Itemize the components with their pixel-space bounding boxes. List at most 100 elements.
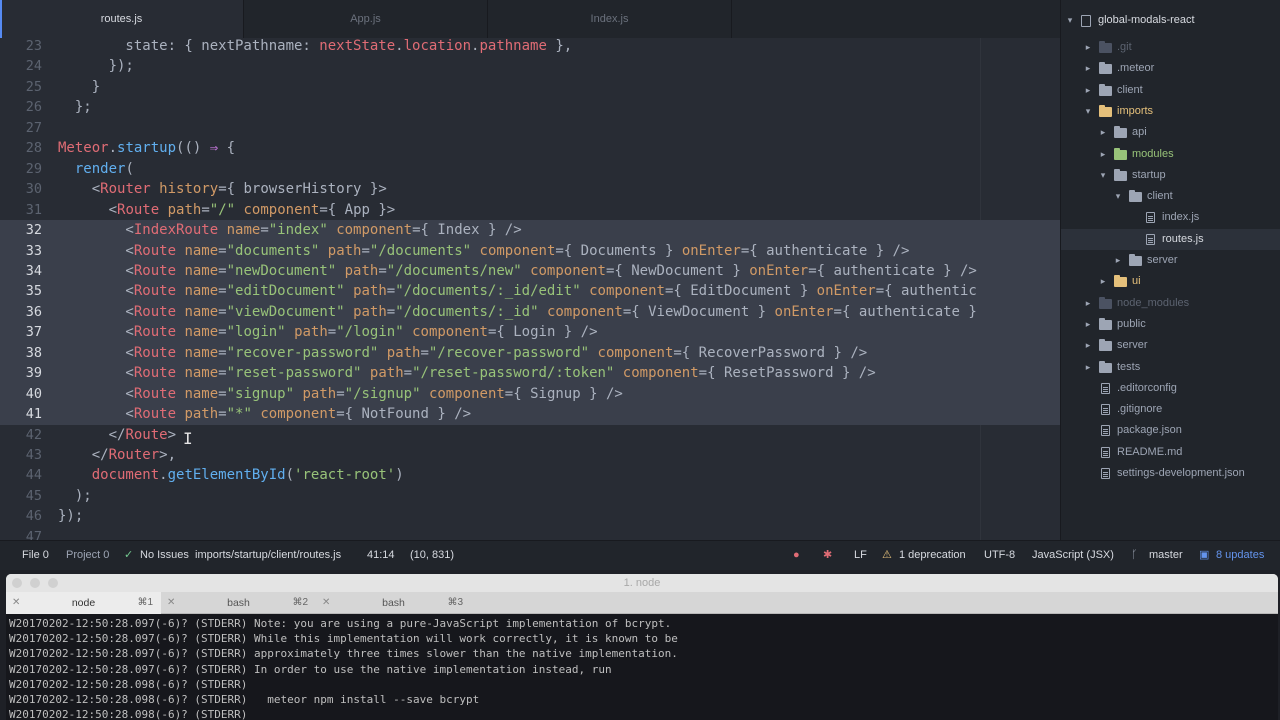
bug-report-icon[interactable]: ✱ bbox=[823, 541, 832, 570]
code-line[interactable]: 39 <Route name="reset-password" path="/r… bbox=[0, 363, 1060, 384]
tree-folder-client[interactable]: ▾ client bbox=[1061, 186, 1280, 207]
code-line[interactable]: 25 } bbox=[0, 77, 1060, 98]
tree-folder-ui[interactable]: ▸ ui bbox=[1061, 271, 1280, 292]
bug-icon[interactable]: ● bbox=[793, 541, 800, 570]
tree-folder-api[interactable]: ▸ api bbox=[1061, 122, 1280, 143]
tree-folder-server[interactable]: ▸ server bbox=[1061, 250, 1280, 271]
tab-app-js[interactable]: App.js bbox=[244, 0, 488, 38]
tree-folder-tests[interactable]: ▸ tests bbox=[1061, 357, 1280, 378]
terminal-tab-node[interactable]: ✕ node ⌘1 bbox=[6, 592, 161, 614]
code-line[interactable]: 47 bbox=[0, 527, 1060, 540]
line-number[interactable]: 32 bbox=[0, 220, 42, 241]
linter-status[interactable]: No Issues bbox=[140, 541, 189, 570]
code-line[interactable]: 41 <Route path="*" component={ NotFound … bbox=[0, 404, 1060, 425]
line-number[interactable]: 44 bbox=[0, 465, 42, 486]
line-number[interactable]: 26 bbox=[0, 97, 42, 118]
tree-folder-server[interactable]: ▸ server bbox=[1061, 335, 1280, 356]
tree-folder-node-modules[interactable]: ▸ node_modules bbox=[1061, 293, 1280, 314]
code-line[interactable]: 45 ); bbox=[0, 486, 1060, 507]
code-line[interactable]: 35 <Route name="editDocument" path="/doc… bbox=[0, 281, 1060, 302]
chevron-right-icon[interactable]: ▸ bbox=[1083, 80, 1093, 101]
tree-file-readme-md[interactable]: README.md bbox=[1061, 442, 1280, 463]
git-branch[interactable]: master bbox=[1149, 541, 1183, 570]
package-updates[interactable]: 8 updates bbox=[1216, 541, 1264, 570]
file-encoding[interactable]: UTF-8 bbox=[984, 541, 1015, 570]
chevron-right-icon[interactable]: ▸ bbox=[1083, 357, 1093, 378]
line-number[interactable]: 35 bbox=[0, 281, 42, 302]
chevron-right-icon[interactable]: ▸ bbox=[1098, 271, 1108, 292]
code-line[interactable]: 30 <Router history={ browserHistory }> bbox=[0, 179, 1060, 200]
tree-file-package-json[interactable]: package.json bbox=[1061, 420, 1280, 441]
tree-folder-meteor[interactable]: ▸ .meteor bbox=[1061, 58, 1280, 79]
code-line[interactable]: 33 <Route name="documents" path="/docume… bbox=[0, 240, 1060, 262]
code-line[interactable]: 46}); bbox=[0, 506, 1060, 527]
code-line[interactable]: 34 <Route name="newDocument" path="/docu… bbox=[0, 260, 1060, 282]
line-number[interactable]: 30 bbox=[0, 179, 42, 200]
chevron-down-icon[interactable]: ▾ bbox=[1098, 165, 1108, 186]
code-line[interactable]: 36 <Route name="viewDocument" path="/doc… bbox=[0, 301, 1060, 323]
line-number[interactable]: 42 bbox=[0, 425, 42, 446]
chevron-right-icon[interactable]: ▸ bbox=[1083, 335, 1093, 356]
tree-file-index-js[interactable]: index.js bbox=[1061, 207, 1280, 228]
line-number[interactable]: 46 bbox=[0, 506, 42, 527]
line-number[interactable]: 43 bbox=[0, 445, 42, 466]
tab-bar-empty[interactable] bbox=[732, 0, 1060, 38]
line-number[interactable]: 29 bbox=[0, 159, 42, 180]
tree-folder-client[interactable]: ▸ client bbox=[1061, 80, 1280, 101]
line-number[interactable]: 39 bbox=[0, 363, 42, 384]
line-number[interactable]: 37 bbox=[0, 322, 42, 343]
terminal-titlebar[interactable]: 1. node bbox=[6, 574, 1278, 592]
chevron-right-icon[interactable]: ▸ bbox=[1083, 293, 1093, 314]
line-number[interactable]: 23 bbox=[0, 38, 42, 57]
terminal-tab-bash[interactable]: ✕ bash ⌘2 bbox=[161, 592, 316, 614]
tree-folder-imports[interactable]: ▾ imports bbox=[1061, 101, 1280, 122]
file-counter[interactable]: File 0 bbox=[22, 541, 49, 570]
tree-project-root[interactable]: ▾ global-modals-react bbox=[1061, 10, 1280, 31]
line-number[interactable]: 40 bbox=[0, 384, 42, 405]
tree-folder-modules[interactable]: ▸ modules bbox=[1061, 144, 1280, 165]
code-line[interactable]: 32 <IndexRoute name="index" component={ … bbox=[0, 220, 1060, 241]
line-number[interactable]: 47 bbox=[0, 527, 42, 540]
code-line[interactable]: 38 <Route name="recover-password" path="… bbox=[0, 342, 1060, 364]
file-path[interactable]: imports/startup/client/routes.js bbox=[195, 541, 341, 570]
line-number[interactable]: 24 bbox=[0, 56, 42, 77]
tree-file-routes-js[interactable]: routes.js bbox=[1061, 228, 1280, 250]
line-number[interactable]: 45 bbox=[0, 486, 42, 507]
deprecation-count[interactable]: 1 deprecation bbox=[899, 541, 966, 570]
terminal-tab-bash-2[interactable]: ✕ bash ⌘3 bbox=[316, 592, 471, 614]
terminal-output[interactable]: W20170202-12:50:28.097(-6)? (STDERR) Not… bbox=[6, 614, 1278, 720]
code-line[interactable]: 31 <Route path="/" component={ App }> bbox=[0, 200, 1060, 221]
tree-folder-public[interactable]: ▸ public bbox=[1061, 314, 1280, 335]
line-number[interactable]: 41 bbox=[0, 404, 42, 425]
code-line[interactable]: 29 render( bbox=[0, 159, 1060, 180]
tree-file-editorconfig[interactable]: .editorconfig bbox=[1061, 378, 1280, 399]
chevron-down-icon[interactable]: ▾ bbox=[1113, 186, 1123, 207]
line-number[interactable]: 33 bbox=[0, 241, 42, 262]
code-line[interactable]: 23 state: { nextPathname: nextState.loca… bbox=[0, 38, 1060, 57]
tree-file-gitignore[interactable]: .gitignore bbox=[1061, 399, 1280, 420]
code-line[interactable]: 24 }); bbox=[0, 56, 1060, 77]
chevron-down-icon[interactable]: ▾ bbox=[1083, 101, 1093, 122]
line-number[interactable]: 38 bbox=[0, 343, 42, 364]
chevron-right-icon[interactable]: ▸ bbox=[1098, 122, 1108, 143]
grammar-selector[interactable]: JavaScript (JSX) bbox=[1032, 541, 1114, 570]
code-line[interactable]: 43 </Router>, bbox=[0, 445, 1060, 466]
tab-index-js[interactable]: Index.js bbox=[488, 0, 732, 38]
line-ending[interactable]: LF bbox=[854, 541, 867, 570]
tree-file-settings-development-json[interactable]: settings-development.json bbox=[1061, 463, 1280, 484]
line-number[interactable]: 34 bbox=[0, 261, 42, 282]
line-number[interactable]: 36 bbox=[0, 302, 42, 323]
project-counter[interactable]: Project 0 bbox=[66, 541, 109, 570]
line-number[interactable]: 25 bbox=[0, 77, 42, 98]
tab-routes-js[interactable]: routes.js bbox=[0, 0, 244, 38]
code-line[interactable]: 42 </Route> bbox=[0, 425, 1060, 446]
code-line[interactable]: 28 Meteor.startup(() ⇒ { bbox=[0, 138, 1060, 159]
tree-folder-git[interactable]: ▸ .git bbox=[1061, 37, 1280, 58]
line-number[interactable]: 31 bbox=[0, 200, 42, 221]
chevron-right-icon[interactable]: ▸ bbox=[1083, 314, 1093, 335]
code-line[interactable]: 27 bbox=[0, 118, 1060, 139]
chevron-right-icon[interactable]: ▸ bbox=[1083, 37, 1093, 58]
chevron-right-icon[interactable]: ▸ bbox=[1083, 58, 1093, 79]
chevron-right-icon[interactable]: ▸ bbox=[1098, 144, 1108, 165]
tree-folder-startup[interactable]: ▾ startup bbox=[1061, 165, 1280, 186]
